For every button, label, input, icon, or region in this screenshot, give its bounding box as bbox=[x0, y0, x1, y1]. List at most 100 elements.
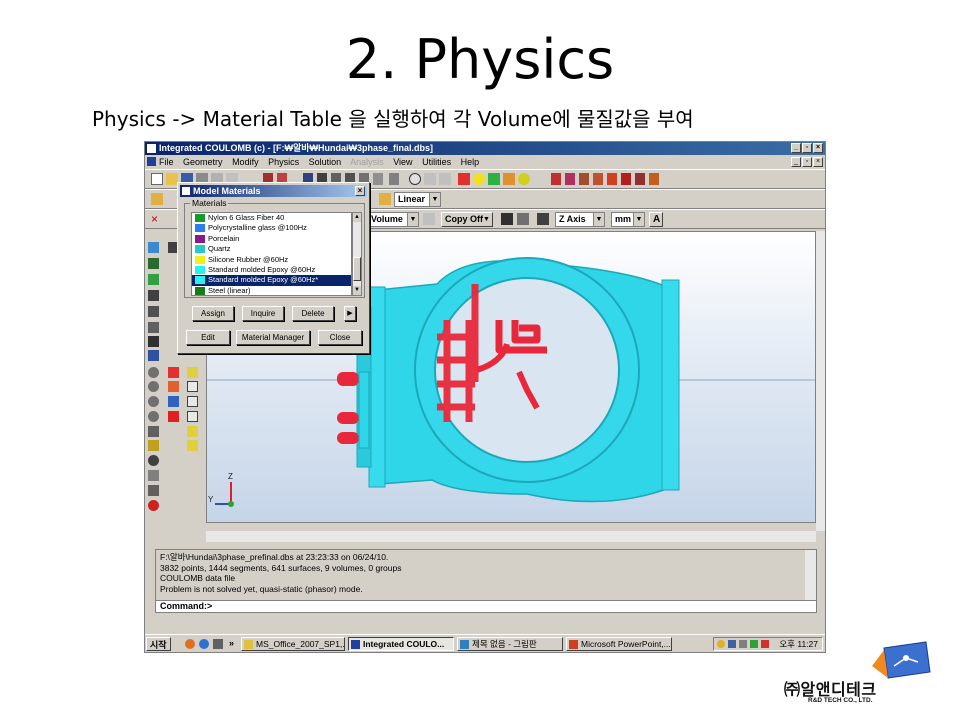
stop-icon[interactable] bbox=[148, 500, 159, 511]
close-button[interactable]: × bbox=[813, 143, 823, 153]
graph-tool-icon[interactable] bbox=[649, 173, 659, 185]
menu-help[interactable]: Help bbox=[461, 157, 480, 167]
menu-physics[interactable]: Physics bbox=[268, 157, 299, 167]
shade-icon[interactable] bbox=[168, 381, 179, 392]
material-list-item[interactable]: Standard molded Epoxy @60Hz* bbox=[192, 275, 351, 286]
new-file-icon[interactable] bbox=[151, 173, 163, 185]
zoom-all-icon[interactable] bbox=[148, 274, 159, 285]
eye-icon[interactable] bbox=[518, 173, 530, 185]
redraw-icon[interactable] bbox=[148, 426, 159, 437]
minimize-button[interactable]: _ bbox=[791, 143, 801, 153]
axis-icon[interactable] bbox=[148, 470, 159, 481]
rotate-left-icon[interactable] bbox=[424, 173, 436, 185]
view-icon[interactable] bbox=[148, 242, 159, 253]
dialog-close-icon[interactable]: × bbox=[355, 186, 365, 196]
assign-button[interactable]: Assign bbox=[192, 306, 234, 321]
menu-file[interactable]: File bbox=[159, 157, 174, 167]
scroll-down-icon[interactable]: ▼ bbox=[353, 286, 361, 295]
menu-geometry[interactable]: Geometry bbox=[183, 157, 223, 167]
viewport-horizontal-scrollbar[interactable] bbox=[206, 531, 816, 542]
chevron-down-icon[interactable]: ▼ bbox=[407, 213, 418, 226]
cube-solid-icon[interactable] bbox=[187, 440, 198, 451]
material-manager-button[interactable]: Material Manager bbox=[236, 330, 310, 345]
chevron-down-icon[interactable]: ▼ bbox=[429, 193, 440, 206]
menu-solution[interactable]: Solution bbox=[309, 157, 342, 167]
cube-front-icon[interactable] bbox=[187, 367, 198, 378]
color-icon[interactable] bbox=[168, 367, 179, 378]
material-tool-icon[interactable] bbox=[635, 173, 645, 185]
start-button[interactable]: 시작 bbox=[146, 637, 171, 651]
cube-wire-icon[interactable] bbox=[187, 426, 198, 437]
ie-icon[interactable] bbox=[199, 639, 209, 649]
material-list-item[interactable]: Porcelain bbox=[192, 234, 351, 244]
source-icon[interactable] bbox=[168, 411, 179, 422]
menu-view[interactable]: View bbox=[393, 157, 412, 167]
zoom-extents-icon[interactable] bbox=[148, 290, 159, 301]
mode-select[interactable]: Linear ▼ bbox=[394, 192, 441, 207]
cube-iso-icon[interactable] bbox=[187, 411, 198, 422]
target-icon[interactable] bbox=[148, 455, 159, 466]
source-tool-icon[interactable] bbox=[621, 173, 631, 185]
text-tool-button[interactable]: A bbox=[649, 212, 663, 227]
chevron-down-icon[interactable]: ▼ bbox=[481, 213, 492, 226]
select-icon[interactable] bbox=[148, 306, 159, 317]
zoom-in-icon[interactable] bbox=[148, 367, 159, 378]
maximize-button[interactable]: ▫ bbox=[802, 143, 812, 153]
solve-tool-icon[interactable] bbox=[579, 173, 589, 185]
move-icon[interactable] bbox=[148, 440, 159, 451]
doc-restore-button[interactable]: ▫ bbox=[802, 157, 812, 167]
browser-icon[interactable] bbox=[185, 639, 195, 649]
menu-analysis[interactable]: Analysis bbox=[350, 157, 384, 167]
boundary-tool-icon[interactable] bbox=[607, 173, 617, 185]
box-tool-icon[interactable] bbox=[389, 173, 399, 185]
chevron-icon[interactable]: » bbox=[229, 638, 234, 648]
menu-modify[interactable]: Modify bbox=[232, 157, 259, 167]
orange-shape-icon[interactable] bbox=[503, 173, 515, 185]
rotate-right-icon[interactable] bbox=[439, 173, 451, 185]
green-shape-icon[interactable] bbox=[488, 173, 500, 185]
inquire-button[interactable]: Inquire bbox=[242, 306, 284, 321]
zoom-out-icon[interactable] bbox=[148, 381, 159, 392]
volume-icon[interactable] bbox=[739, 640, 747, 648]
task-coulomb[interactable]: Integrated COULO... bbox=[348, 637, 454, 651]
mirror-icon[interactable] bbox=[517, 213, 529, 225]
walk-icon[interactable] bbox=[148, 485, 159, 496]
command-input[interactable]: Command:> bbox=[155, 600, 817, 613]
material-list-item[interactable]: Nylon 6 Glass Fiber 40 bbox=[192, 213, 351, 223]
zoom-previous-icon[interactable] bbox=[148, 396, 159, 407]
scroll-up-icon[interactable]: ▲ bbox=[353, 213, 361, 222]
material-list-item[interactable]: Steel (linear) bbox=[192, 286, 351, 295]
units-select[interactable]: mm ▼ bbox=[611, 212, 645, 227]
zoom-window-icon[interactable] bbox=[148, 258, 159, 269]
mesh-tool-icon[interactable] bbox=[593, 173, 603, 185]
tray-app-icon[interactable] bbox=[750, 640, 758, 648]
volume-select[interactable]: Volume ▼ bbox=[367, 212, 419, 227]
tray-security-icon[interactable] bbox=[717, 640, 725, 648]
material-list-item[interactable]: Standard molded Epoxy @60Hz bbox=[192, 265, 351, 275]
materials-list[interactable]: Nylon 6 Glass Fiber 40 Polycrystalline gl… bbox=[191, 212, 352, 296]
desktop-icon[interactable] bbox=[213, 639, 223, 649]
doc-close-button[interactable]: × bbox=[813, 157, 823, 167]
chevron-down-icon[interactable]: ▼ bbox=[593, 213, 604, 226]
task-paint[interactable]: 제목 없음 - 그림판 bbox=[457, 637, 563, 651]
material-list-item[interactable]: Quartz bbox=[192, 244, 351, 254]
field-tool-icon[interactable] bbox=[565, 173, 575, 185]
volume-pick-icon[interactable] bbox=[423, 213, 435, 225]
tray-alert-icon[interactable] bbox=[761, 640, 769, 648]
cancel-icon[interactable]: × bbox=[151, 213, 163, 225]
material-icon[interactable] bbox=[168, 396, 179, 407]
delete-button[interactable]: Delete bbox=[292, 306, 334, 321]
box-select-icon[interactable] bbox=[148, 322, 159, 333]
scroll-thumb[interactable] bbox=[353, 257, 361, 281]
yellow-sphere-icon[interactable] bbox=[473, 173, 485, 185]
fence-icon[interactable] bbox=[148, 336, 159, 347]
axis-select[interactable]: Z Axis ▼ bbox=[555, 212, 605, 227]
material-list-item[interactable]: Polycrystalline glass @100Hz bbox=[192, 223, 351, 233]
material-list-item[interactable]: Silicone Rubber @60Hz bbox=[192, 255, 351, 265]
circle-tool-icon[interactable] bbox=[409, 173, 421, 185]
edit-button[interactable]: Edit bbox=[186, 330, 230, 345]
cube-side-icon[interactable] bbox=[187, 381, 198, 392]
camera-icon[interactable] bbox=[501, 213, 513, 225]
pan-icon[interactable] bbox=[148, 350, 159, 361]
more-arrow-button[interactable]: ▶ bbox=[344, 306, 356, 321]
